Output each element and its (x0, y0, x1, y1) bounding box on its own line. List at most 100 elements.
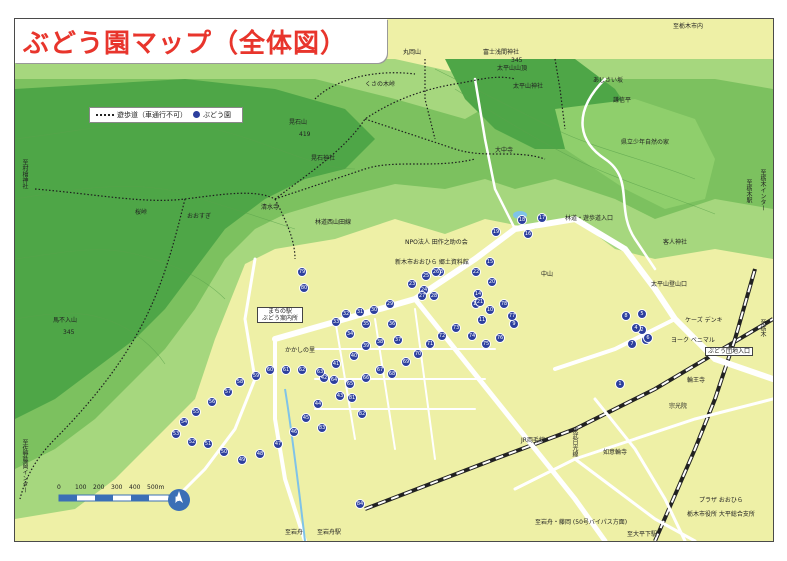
scale-tick-500: 500m (147, 484, 165, 491)
vineyard-marker[interactable]: 30 (369, 305, 379, 315)
label-nishiyamada-road: 林道西山田線 (315, 219, 352, 226)
vineyard-marker[interactable]: 1 (615, 379, 625, 389)
vineyard-marker[interactable]: 39 (361, 341, 371, 351)
vineyard-marker[interactable]: 41 (331, 359, 341, 369)
vineyard-marker[interactable]: 48 (255, 449, 265, 459)
vineyard-marker[interactable]: 82 (357, 409, 367, 419)
vineyard-marker[interactable]: 68 (387, 369, 397, 379)
scale-tick-0: 0 (57, 484, 61, 491)
vineyard-marker[interactable]: 4 (631, 323, 641, 333)
label-budo-annai: ぶどう案内所 (261, 315, 298, 322)
scale-tick-300: 300 (111, 484, 123, 491)
vineyard-marker[interactable]: 78 (499, 299, 509, 309)
label-mairazuyama-elev: 345 (63, 329, 75, 336)
vineyard-marker[interactable]: 5 (637, 309, 647, 319)
vineyard-marker[interactable]: 18 (517, 215, 527, 225)
legend: 遊歩道（車通行不可） ぶどう園 (89, 107, 243, 123)
vineyard-marker[interactable]: 16 (523, 229, 533, 239)
vineyard-marker[interactable]: 84 (355, 499, 365, 509)
label-teruishiyama-elev: 419 (299, 131, 311, 138)
vineyard-marker[interactable]: 17 (537, 213, 547, 223)
vineyard-marker[interactable]: 55 (191, 407, 201, 417)
vineyard-marker[interactable]: 25 (421, 271, 431, 281)
vineyard-marker[interactable]: 50 (219, 447, 229, 457)
trail-legend-line (96, 114, 114, 116)
label-taiheisan-summit: 太平山山頂 (497, 65, 528, 72)
vineyard-marker[interactable]: 52 (187, 437, 197, 447)
vineyard-marker[interactable]: 83 (317, 423, 327, 433)
vineyard-marker[interactable]: 8 (621, 311, 631, 321)
vineyard-marker[interactable]: 60 (265, 365, 275, 375)
vineyard-marker[interactable]: 76 (495, 333, 505, 343)
vineyard-marker[interactable]: 35 (361, 319, 371, 329)
vineyard-marker[interactable]: 44 (313, 399, 323, 409)
vineyard-marker[interactable]: 49 (237, 455, 247, 465)
vineyard-marker[interactable]: 47 (273, 439, 283, 449)
vineyard-marker[interactable]: 6 (643, 333, 653, 343)
vineyard-marker[interactable]: 15 (485, 257, 495, 267)
vineyard-marker[interactable]: 79 (297, 267, 307, 277)
vineyard-marker[interactable]: 21 (475, 297, 485, 307)
vineyard-marker[interactable]: 7 (627, 339, 637, 349)
label-maruokayama: 丸岡山 (403, 49, 422, 56)
map-frame: ぶどう園マップ（全体図） 遊歩道（車通行不可） ぶどう園 0 100 200 3… (14, 18, 774, 542)
vineyard-marker[interactable]: 43 (335, 391, 345, 401)
vineyard-marker[interactable]: 58 (235, 377, 245, 387)
vineyard-marker[interactable]: 75 (481, 339, 491, 349)
vineyard-marker[interactable]: 40 (349, 351, 359, 361)
vineyard-marker[interactable]: 71 (425, 339, 435, 349)
vineyard-marker[interactable]: 62 (297, 365, 307, 375)
vineyard-marker[interactable]: 73 (451, 323, 461, 333)
vineyard-marker[interactable]: 81 (347, 393, 357, 403)
map-title: ぶどう園マップ（全体図） (23, 29, 348, 59)
vineyard-marker[interactable]: 33 (331, 317, 341, 327)
label-to-muraki-shrine: 至村檜神社 (21, 159, 28, 189)
vineyard-marker[interactable]: 72 (437, 331, 447, 341)
vineyard-marker[interactable]: 63 (315, 367, 325, 377)
vineyard-marker[interactable]: 66 (361, 373, 371, 383)
vineyard-marker[interactable]: 64 (329, 375, 339, 385)
scale-bar (58, 494, 170, 502)
vineyard-marker[interactable]: 70 (413, 349, 423, 359)
vineyard-marker[interactable]: 67 (375, 365, 385, 375)
vineyard-marker[interactable]: 29 (385, 299, 395, 309)
vineyard-marker[interactable]: 32 (341, 309, 351, 319)
vineyard-marker[interactable]: 77 (507, 311, 517, 321)
vineyard-marker[interactable]: 45 (301, 413, 311, 423)
vineyard-marker[interactable]: 37 (393, 335, 403, 345)
label-plaza-ohira: プラザ おおひら (699, 497, 743, 504)
scale-tick-200: 200 (93, 484, 105, 491)
vineyard-marker[interactable]: 69 (401, 357, 411, 367)
label-osugi: おおすぎ (187, 213, 212, 220)
vineyard-marker[interactable]: 28 (429, 291, 439, 301)
vineyard-marker[interactable]: 31 (355, 307, 365, 317)
machi-no-eki-box: まちの駅 ぶどう案内所 (257, 307, 303, 323)
vineyard-marker[interactable]: 46 (289, 427, 299, 437)
vineyard-marker[interactable]: 34 (345, 329, 355, 339)
vineyard-marker[interactable]: 54 (179, 417, 189, 427)
scale-tick-100: 100 (75, 484, 87, 491)
compass-label: N (175, 496, 181, 503)
vineyard-marker[interactable]: 51 (203, 439, 213, 449)
vineyard-marker[interactable]: 57 (223, 387, 233, 397)
vineyard-marker[interactable]: 61 (281, 365, 291, 375)
vineyard-marker[interactable]: 59 (251, 371, 261, 381)
vineyard-marker[interactable]: 38 (375, 337, 385, 347)
vineyard-marker[interactable]: 19 (491, 227, 501, 237)
vineyard-marker[interactable]: 56 (207, 397, 217, 407)
vineyard-marker[interactable]: 20 (487, 277, 497, 287)
vineyard-marker[interactable]: 22 (471, 267, 481, 277)
vineyard-marker[interactable]: 10 (485, 305, 495, 315)
vineyard-marker[interactable]: 53 (171, 429, 181, 439)
label-kakashi: かかしの里 (285, 347, 316, 354)
label-to-sano-ic: 至佐野藤岡インター (21, 439, 28, 493)
vineyard-marker[interactable]: 36 (387, 319, 397, 329)
vineyard-marker[interactable]: 80 (299, 283, 309, 293)
vineyard-marker[interactable]: 26 (431, 267, 441, 277)
vineyard-marker[interactable]: 65 (345, 379, 355, 389)
vineyard-marker[interactable]: 27 (417, 291, 427, 301)
vineyard-marker[interactable]: 11 (477, 315, 487, 325)
vineyard-marker[interactable]: 74 (467, 331, 477, 341)
label-york-benimaru: ヨーク ベニマル (671, 337, 715, 344)
vineyard-marker[interactable]: 23 (407, 279, 417, 289)
